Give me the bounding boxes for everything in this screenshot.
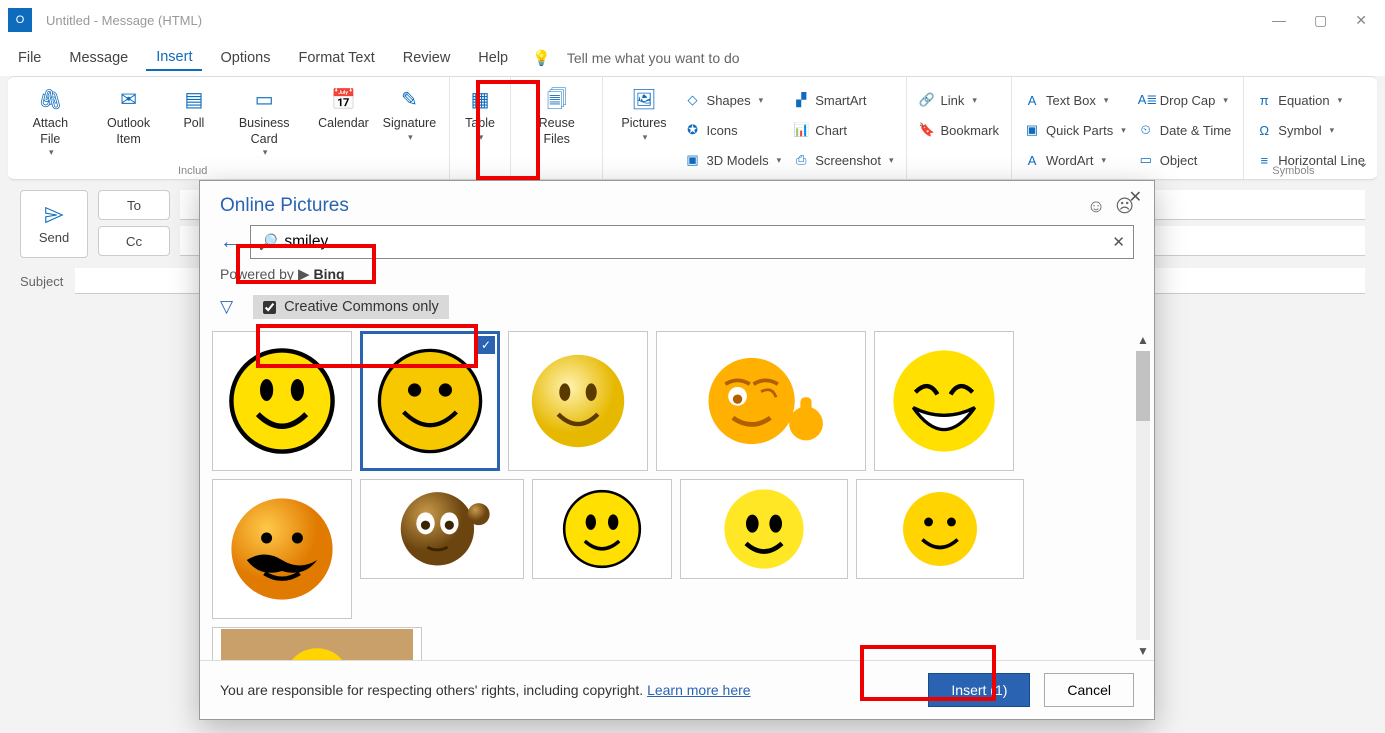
menu-insert[interactable]: Insert	[146, 45, 202, 71]
quickparts-button[interactable]: ▣Quick Parts▾	[1024, 117, 1126, 143]
minimize-icon[interactable]: —	[1272, 12, 1286, 29]
screenshot-button[interactable]: ⎙Screenshot▾	[793, 147, 893, 173]
window-controls: — ▢ ✕	[1272, 12, 1377, 29]
ribbon-group-reuse: 🗐Reuse Files	[511, 77, 603, 179]
maximize-icon[interactable]: ▢	[1314, 12, 1327, 29]
result-1[interactable]	[212, 331, 352, 471]
smartart-button[interactable]: ▞SmartArt	[793, 87, 893, 113]
ribbon-label-include: Includ	[178, 165, 207, 177]
send-button[interactable]: Send	[20, 190, 88, 258]
result-6[interactable]	[212, 479, 352, 619]
pictures-button[interactable]: 🖼Pictures▾	[609, 83, 678, 147]
cc-button[interactable]: Cc	[98, 226, 170, 256]
scroll-thumb[interactable]	[1136, 351, 1150, 421]
menu-format-text[interactable]: Format Text	[288, 46, 384, 70]
table-button[interactable]: ▦Table▾	[456, 83, 504, 147]
ribbon-group-text: AText Box▾ ▣Quick Parts▾ AWordArt▾ A≣Dro…	[1012, 77, 1244, 179]
ribbon-group-tables: ▦Table▾	[450, 77, 511, 179]
outlook-item-button[interactable]: ✉Outlook Item	[87, 83, 171, 151]
subject-label: Subject	[20, 274, 63, 289]
result-9[interactable]	[680, 479, 848, 579]
chart-button[interactable]: 📊Chart	[793, 117, 893, 143]
search-box[interactable]: 🔍 ✕	[250, 225, 1134, 259]
ribbon-group-links: 🔗Link▾ 🔖Bookmark	[907, 77, 1013, 179]
back-icon[interactable]: ←	[220, 231, 240, 254]
menu-file[interactable]: File	[8, 46, 51, 70]
dropcap-button[interactable]: A≣Drop Cap▾	[1138, 87, 1232, 113]
filter-icon[interactable]: ▽	[220, 297, 233, 317]
scroll-down-icon[interactable]: ▼	[1135, 642, 1151, 660]
link-button[interactable]: 🔗Link▾	[919, 87, 1000, 113]
3d-models-button[interactable]: ▣3D Models▾	[685, 147, 782, 173]
reuse-files-button[interactable]: 🗐Reuse Files	[517, 83, 596, 151]
textbox-button[interactable]: AText Box▾	[1024, 87, 1126, 113]
learn-more-link[interactable]: Learn more here	[647, 682, 751, 698]
close-icon[interactable]: ✕	[1355, 12, 1367, 29]
icons-button[interactable]: ✪Icons	[685, 117, 782, 143]
menu-review[interactable]: Review	[393, 46, 461, 70]
collapse-ribbon-icon[interactable]: ⌄	[1357, 154, 1369, 171]
poll-button[interactable]: ▤Poll	[171, 83, 218, 136]
ribbon-group-illustrations: 🖼Pictures▾ ◇Shapes▾ ✪Icons ▣3D Models▾ ▞…	[603, 77, 906, 179]
titlebar: O Untitled - Message (HTML) — ▢ ✕	[0, 0, 1385, 40]
search-input[interactable]	[284, 233, 1112, 251]
business-card-button[interactable]: ▭Business Card▾	[217, 83, 311, 163]
result-5[interactable]	[874, 331, 1014, 471]
menu-message[interactable]: Message	[59, 46, 138, 70]
results-grid: ✓	[212, 331, 1150, 660]
calendar-button[interactable]: 📅Calendar	[311, 83, 376, 136]
send-icon	[43, 204, 65, 226]
object-button[interactable]: ▭Object	[1138, 147, 1232, 173]
tellme-input[interactable]: Tell me what you want to do	[567, 50, 740, 66]
menu-options[interactable]: Options	[210, 46, 280, 70]
insert-button[interactable]: Insert (1)	[928, 673, 1030, 707]
datetime-button[interactable]: ⏲Date & Time	[1138, 117, 1232, 143]
result-8[interactable]	[532, 479, 672, 579]
tellme-icon: 💡	[532, 49, 551, 67]
wordart-button[interactable]: AWordArt▾	[1024, 147, 1126, 173]
clear-search-icon[interactable]: ✕	[1112, 233, 1125, 251]
window-title: Untitled - Message (HTML)	[46, 13, 1272, 28]
app-icon: O	[8, 8, 32, 32]
symbol-button[interactable]: ΩSymbol▾	[1256, 117, 1365, 143]
dialog-happy-icon[interactable]: ☺	[1087, 196, 1105, 217]
copyright-note: You are responsible for respecting other…	[220, 682, 914, 698]
cancel-button[interactable]: Cancel	[1044, 673, 1134, 707]
creative-commons-toggle[interactable]: Creative Commons only	[253, 295, 449, 319]
dialog-close-icon[interactable]: ✕	[1129, 187, 1142, 207]
attach-file-button[interactable]: 🖇Attach File▾	[14, 83, 87, 163]
result-4[interactable]	[656, 331, 866, 471]
bookmark-button[interactable]: 🔖Bookmark	[919, 117, 1000, 143]
result-11[interactable]	[212, 627, 422, 660]
result-7[interactable]	[360, 479, 524, 579]
result-2-selected[interactable]: ✓	[360, 331, 500, 471]
menubar: File Message Insert Options Format Text …	[0, 40, 1385, 76]
to-button[interactable]: To	[98, 190, 170, 220]
search-icon: 🔍	[259, 233, 278, 252]
powered-by: Powered by ▶ Bing	[200, 263, 1154, 289]
cc-checkbox[interactable]	[263, 301, 276, 314]
ribbon-label-symbols: Symbols	[1272, 165, 1314, 177]
equation-button[interactable]: πEquation▾	[1256, 87, 1365, 113]
result-3[interactable]	[508, 331, 648, 471]
ribbon-group-include: 🖇Attach File▾ ✉Outlook Item ▤Poll ▭Busin…	[8, 77, 450, 179]
check-icon: ✓	[477, 336, 495, 354]
ribbon: 🖇Attach File▾ ✉Outlook Item ▤Poll ▭Busin…	[8, 76, 1377, 180]
dialog-title: Online Pictures	[220, 195, 1077, 217]
menu-help[interactable]: Help	[468, 46, 518, 70]
signature-button[interactable]: ✎Signature▾	[376, 83, 443, 147]
scroll-up-icon[interactable]: ▲	[1135, 331, 1151, 349]
result-10[interactable]	[856, 479, 1024, 579]
online-pictures-dialog: ✕ Online Pictures ☺ ☹ ← 🔍 ✕ Powered by ▶…	[199, 180, 1155, 720]
results-scrollbar[interactable]: ▲ ▼	[1134, 331, 1152, 660]
shapes-button[interactable]: ◇Shapes▾	[685, 87, 782, 113]
